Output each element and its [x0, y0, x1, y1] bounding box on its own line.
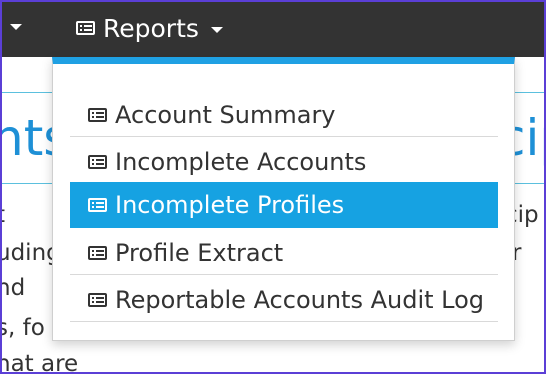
menu-item-label: Reportable Accounts Audit Log — [115, 285, 485, 314]
chevron-down-icon — [210, 26, 223, 33]
menu-item-reportable-accounts-audit-log[interactable]: Reportable Accounts Audit Log — [70, 278, 498, 322]
menu-item-label: Account Summary — [115, 100, 336, 129]
list-icon — [88, 198, 107, 212]
reports-menu-label: Reports — [103, 13, 199, 43]
top-navbar: Reports — [0, 0, 546, 57]
reports-dropdown-menu: Account Summary Incomplete Accounts Inco… — [52, 57, 515, 341]
list-icon — [88, 292, 107, 307]
list-icon — [88, 107, 107, 122]
menu-item-incomplete-accounts[interactable]: Incomplete Accounts — [70, 140, 498, 184]
body-text-line: nd — [0, 275, 26, 301]
body-text-line: s, fo — [0, 315, 45, 341]
menu-item-incomplete-profiles[interactable]: Incomplete Profiles — [70, 182, 498, 228]
menu-item-label: Profile Extract — [115, 238, 284, 267]
menu-item-profile-extract[interactable]: Profile Extract — [70, 231, 498, 275]
list-icon — [88, 245, 107, 260]
list-icon — [76, 21, 95, 35]
body-text-line: t — [0, 202, 6, 228]
menu-item-account-summary[interactable]: Account Summary — [70, 93, 498, 137]
menu-item-label: Incomplete Profiles — [115, 191, 345, 219]
body-text-line: hat are — [0, 351, 79, 377]
list-icon — [88, 154, 107, 169]
reports-menu-toggle[interactable]: Reports — [76, 10, 223, 46]
chevron-down-icon[interactable] — [10, 24, 22, 30]
menu-item-label: Incomplete Accounts — [115, 147, 367, 176]
